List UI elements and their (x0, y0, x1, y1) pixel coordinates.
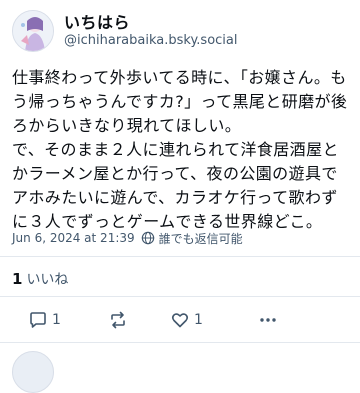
action-bar: 1 1 (0, 305, 360, 335)
reply-count: 1 (52, 312, 61, 328)
like-count: 1 (194, 312, 203, 328)
speech-bubble-icon (28, 310, 48, 330)
repost-arrows-icon (108, 310, 128, 330)
next-post-avatar[interactable] (12, 351, 54, 393)
author-name[interactable]: いちはら (64, 9, 130, 33)
reply-button[interactable]: 1 (28, 305, 61, 335)
author-avatar[interactable] (12, 10, 54, 52)
divider (0, 296, 360, 297)
divider (0, 342, 360, 343)
post-text: 仕事終わって外歩いてる時に、「お嬢さん。もう帰っちゃうんですカ?」って黒尾と研磨… (12, 68, 348, 231)
like-summary-label: いいね (26, 272, 69, 288)
globe-icon (141, 231, 155, 245)
more-dots-icon (258, 310, 278, 330)
like-button[interactable]: 1 (170, 305, 203, 335)
post-meta: Jun 6, 2024 at 21:39 誰でも返信可能 (12, 230, 243, 246)
repost-button[interactable] (108, 305, 132, 335)
post-header: いちはら @ichiharabaika.bsky.social (12, 6, 348, 58)
divider (0, 256, 360, 257)
more-button[interactable] (258, 305, 278, 335)
like-summary-count: 1 (12, 270, 23, 288)
avatar-illustration (13, 11, 53, 51)
author-handle[interactable]: @ichiharabaika.bsky.social (64, 33, 237, 48)
heart-icon (170, 310, 190, 330)
next-post-preview (0, 347, 360, 393)
reply-setting: 誰でも返信可能 (158, 231, 243, 246)
like-summary[interactable]: 1 いいね (12, 269, 68, 289)
post-timestamp[interactable]: Jun 6, 2024 at 21:39 (12, 231, 135, 245)
